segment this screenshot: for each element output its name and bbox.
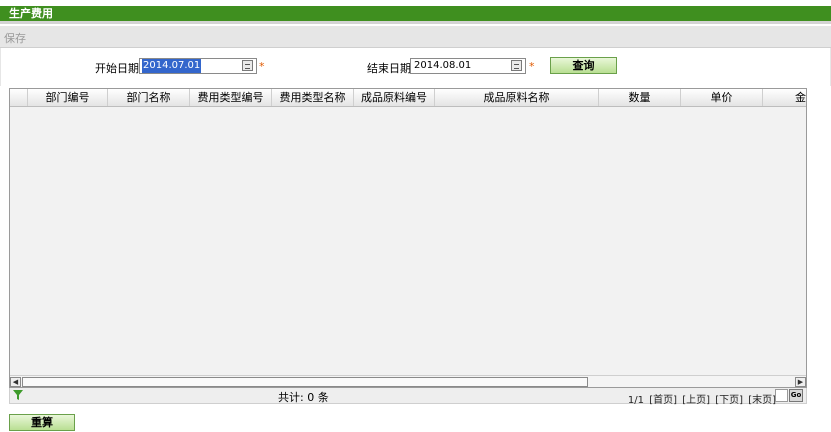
row-number-header (10, 89, 28, 106)
grid-header: 部门编号 部门名称 费用类型编号 费用类型名称 成品原料编号 成品原料名称 数量… (10, 89, 806, 107)
column-header[interactable]: 费用类型名称 (272, 89, 354, 106)
toolbar: 保存 (0, 26, 831, 48)
scroll-thumb[interactable] (22, 377, 588, 387)
required-mark: * (259, 60, 265, 73)
first-page-link[interactable]: [首页] (649, 395, 677, 406)
column-header[interactable]: 部门编号 (28, 89, 108, 106)
filter-icon[interactable] (13, 390, 23, 400)
column-header[interactable]: 费用类型编号 (190, 89, 272, 106)
required-mark: * (529, 60, 535, 73)
calendar-icon[interactable] (511, 60, 522, 71)
scroll-right-icon[interactable]: ▶ (795, 377, 806, 387)
prev-page-link[interactable]: [上页] (682, 395, 710, 406)
page-title: 生产费用 (0, 6, 831, 21)
title-bar: 生产费用 (0, 0, 831, 24)
total-count: 共计: 0 条 (278, 391, 329, 404)
query-form: 开始日期 2014.07.01 * 结束日期 2014.08.01 * 查询 (0, 48, 831, 86)
recalculate-button[interactable]: 重算 (9, 414, 75, 431)
start-date-label: 开始日期 (95, 62, 139, 75)
start-date-value: 2014.07.01 (142, 59, 202, 73)
data-grid: 部门编号 部门名称 费用类型编号 费用类型名称 成品原料编号 成品原料名称 数量… (9, 88, 807, 388)
pager: 1/1 [首页] [上页] [下页] [末页] (626, 391, 776, 406)
go-button[interactable]: Go (789, 389, 803, 402)
calendar-icon[interactable] (242, 60, 253, 71)
column-header[interactable]: 金 (763, 89, 806, 106)
column-header[interactable]: 部门名称 (108, 89, 190, 106)
grid-footer: 共计: 0 条 1/1 [首页] [上页] [下页] [末页] Go (9, 388, 807, 406)
column-header[interactable]: 成品原料编号 (354, 89, 435, 106)
query-button[interactable]: 查询 (550, 57, 617, 74)
start-date-field[interactable]: 2014.07.01 (139, 58, 257, 74)
title-shadow (0, 21, 831, 24)
scroll-left-icon[interactable]: ◀ (10, 377, 21, 387)
page-info: 1/1 (627, 395, 644, 406)
column-header[interactable]: 单价 (681, 89, 763, 106)
column-header[interactable]: 数量 (599, 89, 681, 106)
save-button[interactable]: 保存 (4, 30, 26, 46)
column-header[interactable]: 成品原料名称 (435, 89, 599, 106)
page-number-input[interactable] (775, 389, 788, 402)
next-page-link[interactable]: [下页] (715, 395, 743, 406)
horizontal-scrollbar[interactable]: ◀ ▶ (10, 375, 806, 387)
end-date-field[interactable]: 2014.08.01 (410, 58, 526, 74)
end-date-label: 结束日期 (367, 62, 411, 75)
end-date-value: 2014.08.01 (414, 60, 472, 71)
last-page-link[interactable]: [末页] (748, 395, 776, 406)
